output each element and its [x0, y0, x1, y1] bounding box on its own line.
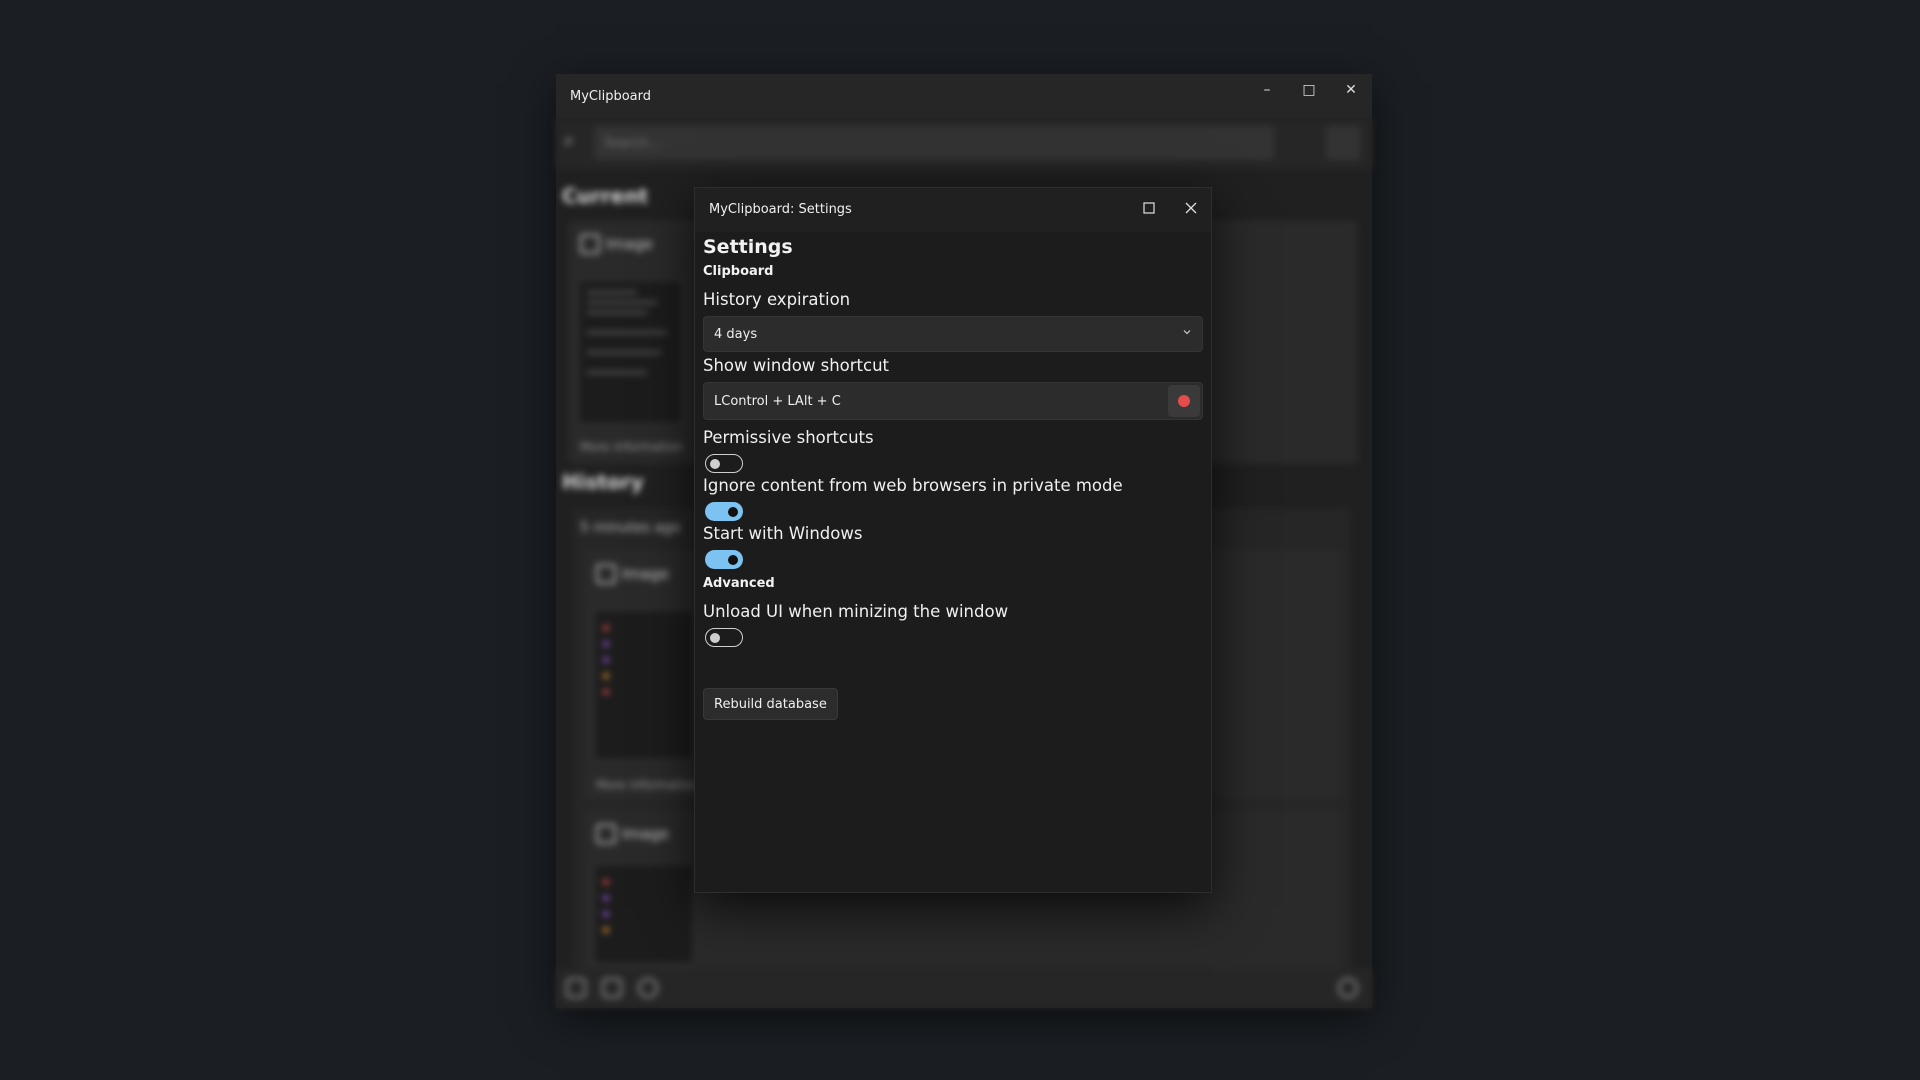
history-section-title: History	[562, 470, 644, 494]
main-titlebar: MyClipboard – □ ✕	[556, 74, 1372, 118]
image-icon	[580, 234, 600, 254]
card-header: Image	[580, 234, 653, 254]
image-thumbnail	[578, 280, 682, 424]
record-icon	[1178, 395, 1190, 407]
close-icon[interactable]	[1171, 192, 1211, 224]
card-type-label: Image	[606, 235, 653, 253]
history-expiration-label: History expiration	[703, 290, 851, 309]
card-type-label: Image	[622, 825, 669, 843]
card-header: Image	[596, 564, 669, 584]
close-icon[interactable]: ✕	[1330, 74, 1372, 106]
card-header: Image	[596, 824, 669, 844]
unload-ui-toggle[interactable]	[705, 628, 743, 647]
bottom-toolbar	[556, 968, 1372, 1008]
history-expiration-select[interactable]: 4 days	[703, 316, 1203, 352]
list-icon[interactable]	[566, 978, 586, 998]
search-bar: ⌕	[556, 118, 1372, 170]
image-icon	[596, 824, 616, 844]
show-window-shortcut-field[interactable]: LControl + LAlt + C	[703, 382, 1203, 420]
clipboard-icon[interactable]	[602, 978, 622, 998]
current-section-title: Current	[562, 184, 649, 208]
search-icon: ⌕	[564, 130, 575, 151]
shortcut-value: LControl + LAlt + C	[714, 394, 841, 409]
permissive-shortcuts-label: Permissive shortcuts	[703, 428, 874, 447]
image-thumbnail	[594, 610, 694, 760]
settings-window-title: MyClipboard: Settings	[709, 202, 852, 217]
unload-ui-label: Unload UI when minizing the window	[703, 602, 1009, 621]
card-type-label: Image	[622, 565, 669, 583]
search-input[interactable]	[594, 126, 1274, 160]
start-with-windows-toggle[interactable]	[705, 550, 743, 569]
image-icon	[596, 564, 616, 584]
pause-icon[interactable]	[638, 978, 658, 998]
record-shortcut-button[interactable]	[1168, 385, 1200, 417]
maximize-icon[interactable]: □	[1288, 74, 1330, 106]
image-thumbnail	[594, 864, 694, 964]
main-window-controls: – □ ✕	[1246, 74, 1372, 118]
advanced-group-heading: Advanced	[703, 576, 775, 591]
settings-titlebar: MyClipboard: Settings	[695, 188, 1211, 232]
ignore-private-toggle[interactable]	[705, 502, 743, 521]
clipboard-group-heading: Clipboard	[703, 264, 774, 279]
show-window-shortcut-label: Show window shortcut	[703, 356, 890, 375]
history-group-time: 5 minutes ago	[580, 520, 681, 536]
settings-icon[interactable]	[1338, 978, 1358, 998]
settings-heading: Settings	[703, 236, 793, 258]
more-information[interactable]: More information	[596, 778, 699, 792]
maximize-icon[interactable]	[1129, 192, 1169, 224]
rebuild-database-button[interactable]: Rebuild database	[703, 688, 838, 720]
settings-dialog: MyClipboard: Settings Settings Clipboard…	[694, 187, 1212, 893]
ignore-private-label: Ignore content from web browsers in priv…	[703, 476, 1123, 495]
history-expiration-value: 4 days	[714, 327, 758, 342]
minimize-icon[interactable]: –	[1246, 74, 1288, 106]
more-information[interactable]: More information	[580, 440, 683, 454]
start-with-windows-label: Start with Windows	[703, 524, 863, 543]
main-window-title: MyClipboard	[570, 88, 652, 104]
filter-button[interactable]	[1326, 126, 1360, 160]
permissive-shortcuts-toggle[interactable]	[705, 454, 743, 473]
chevron-down-icon	[1182, 326, 1192, 340]
